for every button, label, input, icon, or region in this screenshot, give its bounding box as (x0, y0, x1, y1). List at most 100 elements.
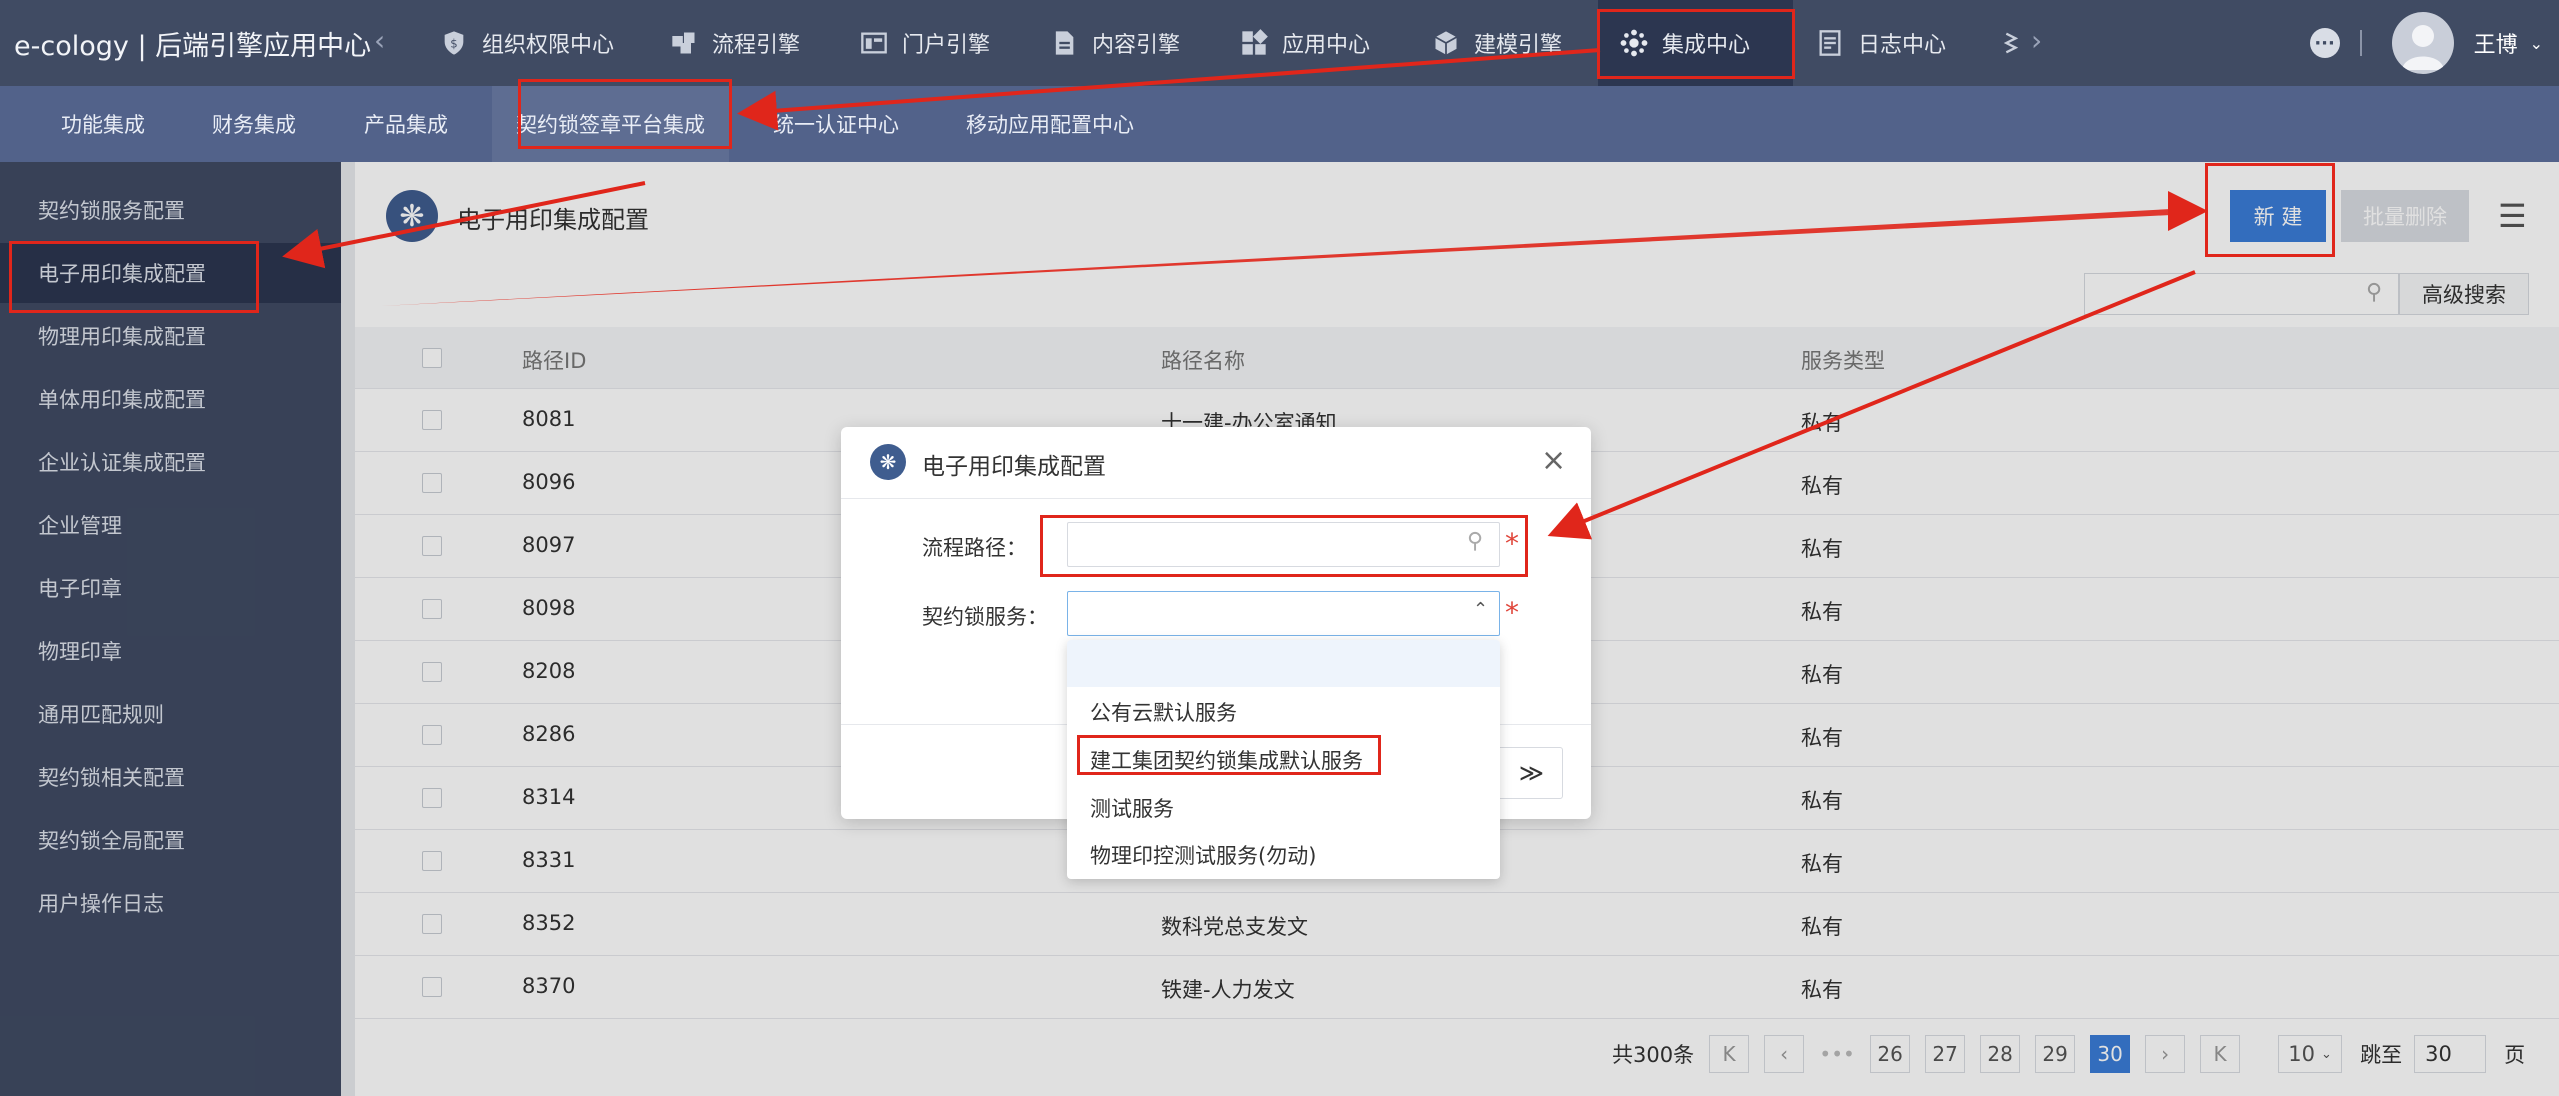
topnav-integration-center[interactable]: 集成中心 (1598, 0, 1793, 86)
app-title: e-cology | 后端引擎应用中心 (14, 31, 372, 62)
topnav-content[interactable]: 内容引擎 (1050, 0, 1180, 86)
dropdown-option[interactable]: 物理印控测试服务(勿动) (1067, 831, 1500, 878)
sidebar-item-match-rules[interactable]: 通用匹配规则 (38, 699, 164, 729)
log-icon (1819, 30, 1841, 56)
cell-path-name[interactable]: 铁建-人力发文 (1161, 974, 1295, 1004)
topnav-app-center[interactable]: 应用中心 (1240, 0, 1370, 86)
batch-delete-button[interactable]: 批量删除 (2341, 190, 2469, 242)
chevron-down-icon: ⌄ (2321, 1046, 2332, 1062)
nav-next-chevron-icon[interactable]: › (2031, 24, 2042, 57)
sidebar-item-single-seal-integration[interactable]: 单体用印集成配置 (38, 384, 206, 414)
cell-service-type: 私有 (1801, 915, 1843, 939)
topnav-label: 组织权限中心 (482, 33, 615, 58)
table-header-row: 路径ID 路径名称 服务类型 (355, 327, 2559, 389)
row-checkbox[interactable] (422, 977, 442, 997)
sidebar-item-operation-log[interactable]: 用户操作日志 (38, 888, 164, 918)
sidebar-item-enterprise-manage[interactable]: 企业管理 (38, 510, 122, 540)
sidebar-item-related-config[interactable]: 契约锁相关配置 (38, 762, 185, 792)
row-checkbox[interactable] (422, 725, 442, 745)
jump-page-input[interactable]: 30 (2414, 1035, 2487, 1073)
last-page-button[interactable]: K (2200, 1035, 2241, 1073)
subnav-item-product-integration[interactable]: 产品集成 (364, 86, 448, 162)
path-search-icon[interactable]: ⚲ (1467, 529, 1483, 554)
topnav-label: 流程引擎 (712, 33, 801, 58)
select-all-checkbox[interactable] (422, 348, 442, 368)
more-options-icon[interactable]: ··· (2309, 28, 2340, 58)
cell-path-id: 8097 (522, 533, 576, 557)
new-button[interactable]: 新 建 (2230, 190, 2326, 242)
sidebar-item-global-config[interactable]: 契约锁全局配置 (38, 825, 185, 855)
sidebar-item-enterprise-auth[interactable]: 企业认证集成配置 (38, 447, 206, 477)
table-row[interactable]: 8370 铁建-人力发文 私有 (355, 956, 2559, 1019)
page-size-select[interactable]: 10 ⌄ (2278, 1035, 2343, 1073)
subnav-item-qiyuesuo-integration[interactable]: 契约锁签章平台集成 (492, 86, 729, 162)
sidebar-item-e-seal[interactable]: 电子印章 (38, 573, 122, 603)
list-view-icon[interactable]: ☰ (2498, 197, 2527, 235)
shield-icon: $ (444, 31, 464, 55)
subnav-item-finance-integration[interactable]: 财务集成 (212, 86, 296, 162)
sidebar-item-physical-seal-integration[interactable]: 物理用印集成配置 (38, 321, 206, 351)
username[interactable]: 王博 (2474, 27, 2518, 59)
row-checkbox[interactable] (422, 599, 442, 619)
cell-service-type: 私有 (1801, 726, 1843, 750)
user-menu-chevron-down-icon[interactable]: ⌄ (2530, 34, 2543, 53)
page-button[interactable]: 26 (1870, 1035, 1911, 1073)
pagination: 共300条 K ‹ ••• 26 27 28 29 30 › K 10 ⌄ 跳至 … (1612, 1034, 2525, 1074)
topnav-overflow-item[interactable] (2004, 0, 2032, 86)
close-icon[interactable]: × (1541, 443, 1566, 478)
topnav-label: 集成中心 (1662, 33, 1751, 58)
topnav-label: 日志中心 (1858, 33, 1947, 58)
column-header-path-id[interactable]: 路径ID (522, 345, 586, 375)
column-header-path-name[interactable]: 路径名称 (1161, 345, 1245, 375)
row-checkbox[interactable] (422, 914, 442, 934)
row-checkbox[interactable] (422, 851, 442, 871)
table-row[interactable]: 8352 数科党总支发文 私有 (355, 893, 2559, 956)
row-checkbox[interactable] (422, 410, 442, 430)
advanced-search-button[interactable]: 高级搜索 (2399, 273, 2529, 315)
dropdown-option[interactable]: 建工集团契约锁集成默认服务 (1067, 736, 1500, 783)
topnav-org-permission[interactable]: $ 组织权限中心 (440, 0, 614, 86)
page-button[interactable]: 28 (1980, 1035, 2021, 1073)
current-page-button[interactable]: 30 (2090, 1035, 2131, 1073)
svg-text:$: $ (450, 37, 457, 51)
cell-service-type: 私有 (1801, 537, 1843, 561)
service-field-label: 契约锁服务： (922, 605, 1048, 629)
search-input[interactable] (2084, 273, 2399, 315)
subnav-item-mobile-config[interactable]: 移动应用配置中心 (966, 86, 1134, 162)
cell-path-id: 8370 (522, 974, 576, 998)
prev-page-button[interactable]: ‹ (1764, 1035, 1805, 1073)
double-chevron-right-icon: ≫ (1518, 759, 1544, 787)
cell-path-name[interactable]: 数科党总支发文 (1161, 911, 1308, 941)
workflow-path-input[interactable] (1067, 522, 1500, 567)
service-select[interactable] (1067, 591, 1500, 636)
topnav-modeling[interactable]: 建模引擎 (1432, 0, 1562, 86)
row-checkbox[interactable] (422, 473, 442, 493)
dropdown-option[interactable]: 公有云默认服务 (1067, 688, 1500, 735)
row-checkbox[interactable] (422, 788, 442, 808)
row-checkbox[interactable] (422, 536, 442, 556)
sidebar-item-service-config[interactable]: 契约锁服务配置 (38, 195, 185, 225)
sidebar-item-physical-seal[interactable]: 物理印章 (38, 636, 122, 666)
avatar[interactable] (2391, 12, 2454, 74)
subnav-item-function-integration[interactable]: 功能集成 (61, 86, 145, 162)
search-icon[interactable]: ⚲ (2366, 280, 2382, 305)
page-button[interactable]: 29 (2035, 1035, 2076, 1073)
dropdown-option-empty[interactable] (1067, 640, 1500, 687)
nav-prev-chevron-icon[interactable]: ‹ (374, 24, 385, 57)
document-icon (1055, 31, 1074, 55)
dropdown-option[interactable]: 测试服务 (1067, 784, 1500, 831)
topnav-workflow[interactable]: 流程引擎 (670, 0, 800, 86)
chevron-up-icon[interactable]: ⌃ (1473, 599, 1488, 620)
ellipsis-icon[interactable]: ••• (1819, 1035, 1856, 1073)
column-header-service-type[interactable]: 服务类型 (1801, 345, 1885, 375)
top-navigation-bar: e-cology | 后端引擎应用中心 ‹ $ 组织权限中心 流程引擎 门户引擎… (0, 0, 2559, 86)
first-page-button[interactable]: K (1709, 1035, 1750, 1073)
row-checkbox[interactable] (422, 662, 442, 682)
next-page-button[interactable]: › (2145, 1035, 2186, 1073)
page-button[interactable]: 27 (1925, 1035, 1966, 1073)
cell-service-type: 私有 (1801, 411, 1843, 435)
subnav-item-unified-auth[interactable]: 统一认证中心 (773, 86, 899, 162)
topnav-portal[interactable]: 门户引擎 (860, 0, 990, 86)
sidebar-item-e-seal-integration[interactable]: 电子用印集成配置 (38, 258, 206, 288)
topnav-log-center[interactable]: 日志中心 (1816, 0, 1946, 86)
